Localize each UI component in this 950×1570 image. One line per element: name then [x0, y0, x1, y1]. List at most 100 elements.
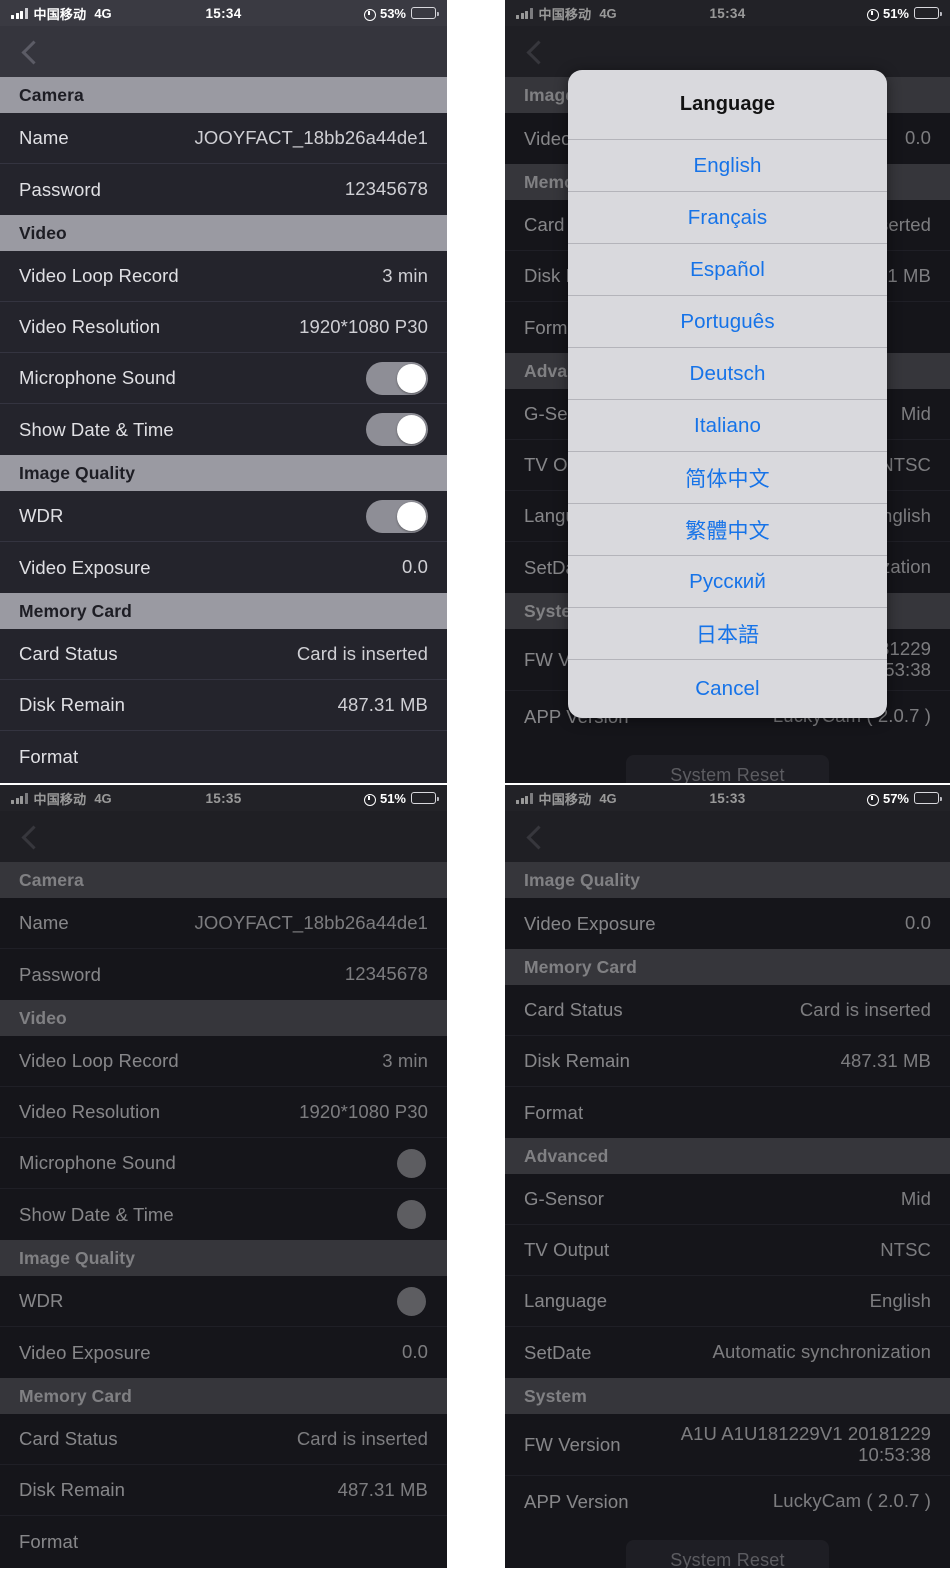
- row-label: Video Resolution: [19, 316, 161, 337]
- settings-list: Image Quality Video Exposure 0.0 Memory …: [505, 862, 950, 1568]
- status-bar: 中国移动 4G 15:34 53%: [0, 0, 447, 26]
- row-name[interactable]: Name JOOYFACT_18bb26a44de1: [0, 898, 447, 949]
- cancel-button[interactable]: Cancel: [568, 659, 887, 718]
- row-label: Microphone Sound: [19, 367, 176, 388]
- language-option-espanol[interactable]: Español: [568, 243, 887, 295]
- status-bar: 中国移动 4G 15:34 51%: [505, 0, 950, 26]
- language-alert-dialog: Language English Français Español Portug…: [568, 70, 887, 718]
- status-bar-right: 57%: [866, 790, 942, 806]
- row-disk-remain[interactable]: Disk Remain 487.31 MB: [0, 680, 447, 731]
- chevron-left-icon[interactable]: [523, 824, 547, 848]
- row-show-date-time[interactable]: Show Date & Time: [0, 1189, 447, 1240]
- settings-list: Camera Name JOOYFACT_18bb26a44de1 Passwo…: [0, 862, 447, 1567]
- row-label: Format: [524, 1101, 584, 1123]
- row-label: Video Exposure: [524, 912, 656, 934]
- nav-bar: [505, 811, 950, 862]
- row-value: Card is inserted: [799, 998, 931, 1020]
- row-video-resolution[interactable]: Video Resolution 1920*1080 P30: [0, 302, 447, 353]
- row-video-exposure[interactable]: Video Exposure 0.0: [0, 542, 447, 593]
- chevron-left-icon[interactable]: [18, 824, 42, 848]
- row-password[interactable]: Password 12345678: [0, 949, 447, 1000]
- wdr-toggle[interactable]: [366, 499, 428, 533]
- row-label: G-Sensor: [524, 1188, 604, 1209]
- row-wdr[interactable]: WDR: [0, 491, 447, 542]
- row-video-resolution[interactable]: Video Resolution 1920*1080 P30: [0, 1087, 447, 1138]
- row-value: Card is inserted: [296, 642, 428, 664]
- row-fw-version[interactable]: FW Version A1U A1U181229V1 20181229 10:5…: [505, 1414, 950, 1476]
- row-label: Show Date & Time: [19, 418, 174, 440]
- row-label: WDR: [19, 1290, 64, 1311]
- row-video-loop-record[interactable]: Video Loop Record 3 min: [0, 1036, 447, 1087]
- section-header-video: Video: [0, 1000, 447, 1036]
- show-date-time-toggle[interactable]: [366, 1198, 428, 1231]
- row-label: Video Exposure: [19, 556, 151, 578]
- battery-percent-label: 51%: [882, 5, 909, 21]
- row-video-loop-record[interactable]: Video Loop Record 3 min: [0, 251, 447, 302]
- row-label: Card Status: [19, 1428, 118, 1449]
- row-value: 1920*1080 P30: [299, 315, 428, 337]
- language-option-simplified-chinese[interactable]: 简体中文: [568, 451, 887, 503]
- section-header-advanced: Advanced: [505, 1138, 950, 1174]
- row-card-status[interactable]: Card Status Card is inserted: [0, 629, 447, 680]
- nav-bar: [0, 26, 447, 77]
- show-date-time-toggle[interactable]: [366, 413, 428, 446]
- system-reset-wrap: System Reset: [505, 742, 950, 783]
- row-name[interactable]: Name JOOYFACT_18bb26a44de1: [0, 113, 447, 164]
- row-label: FW Version: [524, 1433, 621, 1455]
- row-value: 487.31 MB: [840, 1049, 931, 1071]
- row-video-exposure[interactable]: Video Exposure 0.0: [505, 898, 950, 949]
- row-label: Card Status: [19, 643, 118, 664]
- microphone-sound-toggle[interactable]: [366, 1147, 428, 1180]
- row-g-sensor[interactable]: G-Sensor Mid: [505, 1174, 950, 1225]
- section-header-video: Video: [0, 215, 447, 251]
- language-option-english[interactable]: English: [568, 139, 887, 191]
- row-language[interactable]: Language English: [505, 1276, 950, 1327]
- row-format[interactable]: Format: [505, 1087, 950, 1138]
- row-value: 0.0: [401, 1341, 428, 1363]
- status-bar-right: 51%: [363, 791, 439, 806]
- row-value: Automatic synchronization: [712, 1341, 931, 1363]
- phone-screen-panel-4: 中国移动 4G 15:33 57% Image Quality Video Ex…: [505, 785, 950, 1568]
- microphone-sound-toggle[interactable]: [366, 361, 428, 395]
- language-option-italiano[interactable]: Italiano: [568, 399, 887, 451]
- row-tv-output[interactable]: TV Output NTSC: [505, 1225, 950, 1276]
- nav-bar: [0, 811, 447, 862]
- chevron-left-icon[interactable]: [18, 39, 42, 63]
- row-disk-remain[interactable]: Disk Remain 487.31 MB: [505, 1036, 950, 1087]
- row-label: Format: [19, 745, 79, 767]
- row-card-status[interactable]: Card Status Card is inserted: [0, 1414, 447, 1465]
- chevron-left-icon[interactable]: [523, 39, 547, 63]
- system-reset-button[interactable]: System Reset: [626, 1540, 829, 1568]
- row-format[interactable]: Format: [0, 1516, 447, 1567]
- row-wdr[interactable]: WDR: [0, 1276, 447, 1327]
- battery-percent-label: 53%: [379, 5, 406, 21]
- row-video-exposure[interactable]: Video Exposure 0.0: [0, 1327, 447, 1378]
- wdr-toggle[interactable]: [366, 1285, 428, 1318]
- language-option-japanese[interactable]: 日本語: [568, 607, 887, 659]
- row-app-version[interactable]: APP Version LuckyCam ( 2.0.7 ): [505, 1476, 950, 1527]
- row-label: Disk Remain: [524, 1050, 630, 1071]
- status-bar: 中国移动 4G 15:33 57%: [505, 785, 950, 811]
- battery-percent-label: 57%: [882, 790, 909, 806]
- language-option-francais[interactable]: Français: [568, 191, 887, 243]
- row-label: Video Resolution: [19, 1101, 161, 1122]
- row-label: Language: [524, 1290, 608, 1311]
- row-card-status[interactable]: Card Status Card is inserted: [505, 985, 950, 1036]
- row-value: 487.31 MB: [337, 1478, 428, 1500]
- section-header-system: System: [505, 1378, 950, 1414]
- language-option-russian[interactable]: Русский: [568, 555, 887, 607]
- row-setdate[interactable]: SetDate Automatic synchronization: [505, 1327, 950, 1378]
- language-option-portugues[interactable]: Português: [568, 295, 887, 347]
- row-value: 3 min: [382, 264, 428, 286]
- system-reset-button[interactable]: System Reset: [626, 755, 829, 783]
- language-option-traditional-chinese[interactable]: 繁體中文: [568, 503, 887, 555]
- row-show-date-time[interactable]: Show Date & Time: [0, 404, 447, 455]
- row-microphone-sound[interactable]: Microphone Sound: [0, 1138, 447, 1189]
- row-format[interactable]: Format: [0, 731, 447, 782]
- language-option-deutsch[interactable]: Deutsch: [568, 347, 887, 399]
- row-password[interactable]: Password 12345678: [0, 164, 447, 215]
- row-microphone-sound[interactable]: Microphone Sound: [0, 353, 447, 404]
- row-value: Card is inserted: [296, 1427, 428, 1449]
- row-disk-remain[interactable]: Disk Remain 487.31 MB: [0, 1465, 447, 1516]
- row-value: 0.0: [904, 127, 931, 149]
